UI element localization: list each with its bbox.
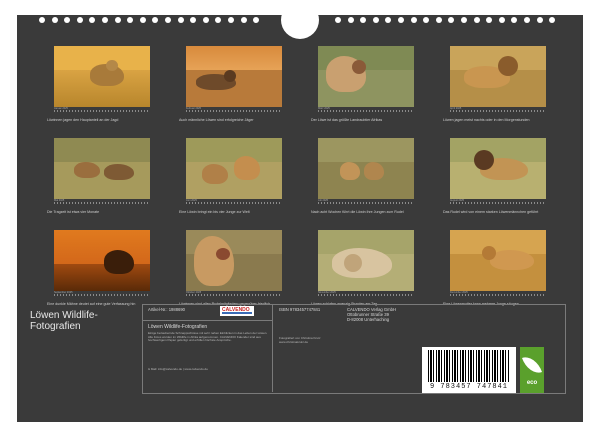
binding-hole bbox=[473, 17, 480, 23]
photo-january[interactable] bbox=[54, 46, 150, 107]
date-strip-march bbox=[318, 110, 414, 112]
date-strip-january bbox=[54, 110, 150, 112]
month-label: Oktober 2025 bbox=[186, 291, 202, 294]
hanger-cutout bbox=[281, 1, 319, 39]
product-title: Löwen Wildlife-Fotografien bbox=[148, 324, 208, 330]
binding-hole bbox=[51, 17, 58, 23]
photo-march[interactable] bbox=[318, 46, 414, 107]
photo-november[interactable] bbox=[318, 230, 414, 291]
binding-hole bbox=[102, 17, 108, 23]
date-strip-february bbox=[186, 110, 282, 112]
photo-caption: Löwinnen jagen den Hauptanteil an der Ja… bbox=[47, 118, 119, 122]
binding-hole bbox=[139, 17, 146, 23]
photo-caption: Der Löwe ist das größte Landraubtier Afr… bbox=[311, 118, 383, 122]
barcode-number: 9 783457 747841 bbox=[429, 383, 508, 391]
binding-hole bbox=[398, 17, 404, 23]
month-label: Februar 2025 bbox=[186, 107, 202, 110]
binding-hole bbox=[385, 17, 392, 23]
info-divider bbox=[272, 304, 273, 392]
photo-february[interactable] bbox=[186, 46, 282, 107]
photo-caption: Eine Löwin bringt ein bis vier Junge zur… bbox=[179, 210, 250, 214]
binding-hole bbox=[253, 17, 260, 23]
binding-hole bbox=[190, 17, 197, 23]
date-strip-december bbox=[450, 294, 546, 296]
article-number: Artikel-Nr.: 1988690 bbox=[148, 307, 186, 312]
month-label: Juli 2025 bbox=[318, 199, 329, 202]
binding-hole bbox=[215, 17, 222, 23]
isbn-barcode: 9 783457 747841 bbox=[422, 347, 516, 393]
leaf-icon bbox=[522, 353, 542, 377]
date-strip-july bbox=[318, 202, 414, 204]
photo-october[interactable] bbox=[186, 230, 282, 291]
date-strip-september bbox=[54, 294, 150, 296]
binding-hole bbox=[410, 17, 417, 23]
photo-caption: Nach acht Wochen führt die Löwin ihre Ju… bbox=[311, 210, 404, 214]
binding-hole bbox=[152, 17, 159, 23]
month-label: März 2025 bbox=[318, 107, 330, 110]
date-strip-may bbox=[54, 202, 150, 204]
publisher-contact: & Mail: info@calvendo.de | www.calvendo.… bbox=[148, 367, 208, 371]
binding-hole bbox=[524, 17, 530, 23]
date-strip-november bbox=[318, 294, 414, 296]
binding-hole bbox=[177, 17, 184, 23]
binding-hole bbox=[89, 17, 96, 23]
photo-june[interactable] bbox=[186, 138, 282, 199]
binding-hole bbox=[498, 17, 505, 23]
binding-hole bbox=[435, 17, 442, 23]
month-label: Mai 2025 bbox=[54, 199, 65, 202]
isbn: ISBN 9783457747841 bbox=[279, 307, 321, 312]
month-label: April 2025 bbox=[450, 107, 462, 110]
binding-hole bbox=[549, 17, 556, 23]
photo-september[interactable] bbox=[54, 230, 150, 291]
date-strip-august bbox=[450, 202, 546, 204]
binding-hole bbox=[202, 17, 209, 23]
barcode-bars bbox=[428, 350, 510, 382]
binding-hole bbox=[114, 17, 121, 23]
binding-hole bbox=[372, 17, 379, 23]
info-divider bbox=[142, 320, 272, 321]
binding-hole bbox=[511, 17, 518, 23]
photographer-site: www.christinakrutz.de bbox=[279, 340, 309, 344]
binding-hole bbox=[448, 17, 455, 23]
calendar-title: Löwen Wildlife-Fotografien bbox=[30, 310, 98, 332]
photo-caption: Eine dunkle Mähne deutet auf eine gute V… bbox=[47, 302, 136, 306]
binding-hole bbox=[228, 17, 234, 23]
month-label: September 2025 bbox=[54, 291, 73, 294]
photo-december[interactable] bbox=[450, 230, 546, 291]
binding-hole bbox=[240, 17, 247, 23]
photo-caption: Das Rudel wird von einem starken Löwenmä… bbox=[443, 210, 539, 214]
photo-may[interactable] bbox=[54, 138, 150, 199]
binding-hole bbox=[536, 17, 543, 23]
binding-hole bbox=[347, 17, 354, 23]
binding-hole bbox=[76, 17, 83, 23]
date-strip-april bbox=[450, 110, 546, 112]
photo-caption: Auch männliche Löwen sind erfolgreiche J… bbox=[179, 118, 254, 122]
binding-hole bbox=[165, 17, 171, 23]
binding-hole bbox=[39, 17, 45, 23]
publisher-city: D-82008 Unterhaching bbox=[347, 317, 390, 322]
binding-hole bbox=[461, 17, 467, 23]
month-label: Dezember 2025 bbox=[450, 291, 468, 294]
binding-hole bbox=[335, 17, 341, 23]
date-strip-june bbox=[186, 202, 282, 204]
eco-badge: eco bbox=[520, 347, 544, 393]
product-description: Einige bezaubernde Schnappschüsse mit se… bbox=[148, 331, 268, 343]
date-strip-october bbox=[186, 294, 282, 296]
binding-hole bbox=[127, 17, 134, 23]
binding-hole bbox=[360, 17, 367, 23]
binding-hole bbox=[423, 17, 430, 23]
binding-hole bbox=[486, 17, 493, 23]
calvendo-logo: CALVENDO bbox=[220, 306, 254, 316]
photo-august[interactable] bbox=[450, 138, 546, 199]
eco-label: eco bbox=[526, 380, 538, 386]
binding-hole bbox=[64, 17, 71, 23]
photo-caption: Löwen jagen meist nachts oder in den Mor… bbox=[443, 118, 530, 122]
photo-caption: Die Tragzeit ist etwa vier Monate bbox=[47, 210, 100, 214]
month-label: August 2025 bbox=[450, 199, 465, 202]
photo-april[interactable] bbox=[450, 46, 546, 107]
month-label: Januar 2025 bbox=[54, 107, 68, 110]
month-label: Juni 2025 bbox=[186, 199, 197, 202]
month-label: November 2025 bbox=[318, 291, 336, 294]
photo-july[interactable] bbox=[318, 138, 414, 199]
